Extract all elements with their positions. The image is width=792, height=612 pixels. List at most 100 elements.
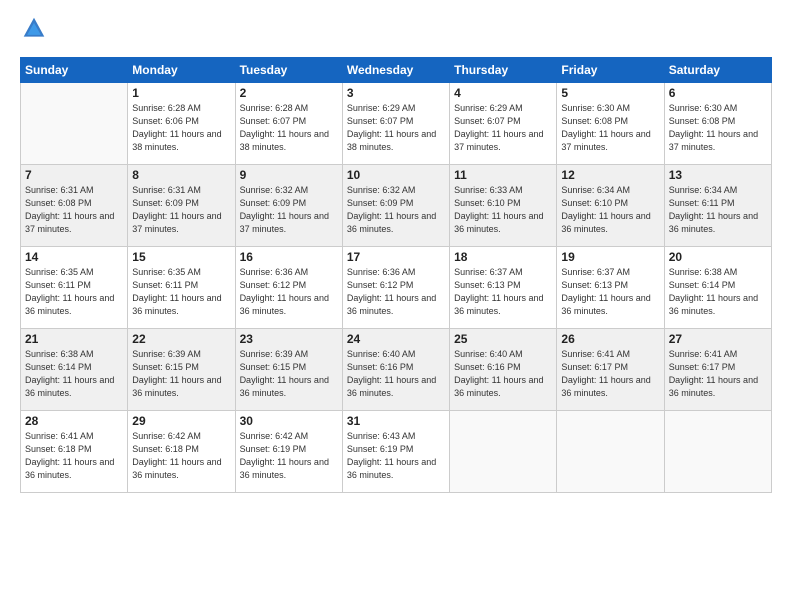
header-day: Monday [128, 58, 235, 83]
header-day: Thursday [450, 58, 557, 83]
day-number: 9 [240, 168, 338, 182]
calendar-cell: 25 Sunrise: 6:40 AMSunset: 6:16 PMDayligh… [450, 329, 557, 411]
day-info: Sunrise: 6:39 AMSunset: 6:15 PMDaylight:… [132, 348, 230, 400]
day-number: 8 [132, 168, 230, 182]
calendar-cell [450, 411, 557, 493]
day-number: 14 [25, 250, 123, 264]
day-info: Sunrise: 6:29 AMSunset: 6:07 PMDaylight:… [347, 102, 445, 154]
calendar-cell: 14 Sunrise: 6:35 AMSunset: 6:11 PMDayligh… [21, 247, 128, 329]
day-number: 6 [669, 86, 767, 100]
day-number: 13 [669, 168, 767, 182]
day-info: Sunrise: 6:32 AMSunset: 6:09 PMDaylight:… [347, 184, 445, 236]
day-number: 11 [454, 168, 552, 182]
day-info: Sunrise: 6:31 AMSunset: 6:09 PMDaylight:… [132, 184, 230, 236]
header-day: Tuesday [235, 58, 342, 83]
calendar-cell: 20 Sunrise: 6:38 AMSunset: 6:14 PMDayligh… [664, 247, 771, 329]
day-number: 3 [347, 86, 445, 100]
day-info: Sunrise: 6:40 AMSunset: 6:16 PMDaylight:… [347, 348, 445, 400]
day-info: Sunrise: 6:41 AMSunset: 6:18 PMDaylight:… [25, 430, 123, 482]
calendar-cell: 27 Sunrise: 6:41 AMSunset: 6:17 PMDayligh… [664, 329, 771, 411]
day-number: 21 [25, 332, 123, 346]
day-number: 31 [347, 414, 445, 428]
day-info: Sunrise: 6:40 AMSunset: 6:16 PMDaylight:… [454, 348, 552, 400]
calendar-week-row: 14 Sunrise: 6:35 AMSunset: 6:11 PMDayligh… [21, 247, 772, 329]
day-info: Sunrise: 6:35 AMSunset: 6:11 PMDaylight:… [25, 266, 123, 318]
calendar-cell: 5Sunrise: 6:30 AMSunset: 6:08 PMDaylight… [557, 83, 664, 165]
day-info: Sunrise: 6:41 AMSunset: 6:17 PMDaylight:… [669, 348, 767, 400]
day-info: Sunrise: 6:36 AMSunset: 6:12 PMDaylight:… [347, 266, 445, 318]
day-number: 4 [454, 86, 552, 100]
day-info: Sunrise: 6:36 AMSunset: 6:12 PMDaylight:… [240, 266, 338, 318]
calendar-cell: 26 Sunrise: 6:41 AMSunset: 6:17 PMDayligh… [557, 329, 664, 411]
calendar-cell: 13 Sunrise: 6:34 AMSunset: 6:11 PMDayligh… [664, 165, 771, 247]
day-number: 19 [561, 250, 659, 264]
day-number: 2 [240, 86, 338, 100]
day-number: 1 [132, 86, 230, 100]
calendar-cell: 24 Sunrise: 6:40 AMSunset: 6:16 PMDayligh… [342, 329, 449, 411]
calendar-cell: 22 Sunrise: 6:39 AMSunset: 6:15 PMDayligh… [128, 329, 235, 411]
calendar-cell: 28 Sunrise: 6:41 AMSunset: 6:18 PMDayligh… [21, 411, 128, 493]
calendar-cell: 9Sunrise: 6:32 AMSunset: 6:09 PMDaylight… [235, 165, 342, 247]
day-info: Sunrise: 6:39 AMSunset: 6:15 PMDaylight:… [240, 348, 338, 400]
calendar-cell: 15 Sunrise: 6:35 AMSunset: 6:11 PMDayligh… [128, 247, 235, 329]
day-info: Sunrise: 6:28 AMSunset: 6:06 PMDaylight:… [132, 102, 230, 154]
day-number: 30 [240, 414, 338, 428]
calendar-week-row: 7 Sunrise: 6:31 AMSunset: 6:08 PMDaylight… [21, 165, 772, 247]
calendar-cell [664, 411, 771, 493]
calendar-cell [557, 411, 664, 493]
header-day: Sunday [21, 58, 128, 83]
calendar-cell: 18 Sunrise: 6:37 AMSunset: 6:13 PMDayligh… [450, 247, 557, 329]
calendar-cell: 11Sunrise: 6:33 AMSunset: 6:10 PMDayligh… [450, 165, 557, 247]
day-number: 23 [240, 332, 338, 346]
calendar-cell: 12Sunrise: 6:34 AMSunset: 6:10 PMDayligh… [557, 165, 664, 247]
day-info: Sunrise: 6:42 AMSunset: 6:18 PMDaylight:… [132, 430, 230, 482]
day-info: Sunrise: 6:37 AMSunset: 6:13 PMDaylight:… [561, 266, 659, 318]
day-number: 26 [561, 332, 659, 346]
logo [20, 18, 46, 47]
day-number: 17 [347, 250, 445, 264]
calendar-cell: 10 Sunrise: 6:32 AMSunset: 6:09 PMDayligh… [342, 165, 449, 247]
day-info: Sunrise: 6:43 AMSunset: 6:19 PMDaylight:… [347, 430, 445, 482]
calendar-cell [21, 83, 128, 165]
calendar-cell: 2 Sunrise: 6:28 AMSunset: 6:07 PMDaylight… [235, 83, 342, 165]
calendar-cell: 30 Sunrise: 6:42 AMSunset: 6:19 PMDayligh… [235, 411, 342, 493]
day-number: 15 [132, 250, 230, 264]
day-number: 28 [25, 414, 123, 428]
day-info: Sunrise: 6:28 AMSunset: 6:07 PMDaylight:… [240, 102, 338, 154]
calendar-cell: 4 Sunrise: 6:29 AMSunset: 6:07 PMDaylight… [450, 83, 557, 165]
day-info: Sunrise: 6:38 AMSunset: 6:14 PMDaylight:… [669, 266, 767, 318]
calendar-cell: 31 Sunrise: 6:43 AMSunset: 6:19 PMDayligh… [342, 411, 449, 493]
day-info: Sunrise: 6:38 AMSunset: 6:14 PMDaylight:… [25, 348, 123, 400]
calendar-cell: 29Sunrise: 6:42 AMSunset: 6:18 PMDayligh… [128, 411, 235, 493]
calendar-cell: 16Sunrise: 6:36 AMSunset: 6:12 PMDayligh… [235, 247, 342, 329]
calendar-cell: 23 Sunrise: 6:39 AMSunset: 6:15 PMDayligh… [235, 329, 342, 411]
day-number: 24 [347, 332, 445, 346]
calendar-cell: 21 Sunrise: 6:38 AMSunset: 6:14 PMDayligh… [21, 329, 128, 411]
calendar-week-row: 1 Sunrise: 6:28 AMSunset: 6:06 PMDaylight… [21, 83, 772, 165]
header-day: Saturday [664, 58, 771, 83]
day-number: 22 [132, 332, 230, 346]
day-info: Sunrise: 6:42 AMSunset: 6:19 PMDaylight:… [240, 430, 338, 482]
day-info: Sunrise: 6:35 AMSunset: 6:11 PMDaylight:… [132, 266, 230, 318]
day-info: Sunrise: 6:29 AMSunset: 6:07 PMDaylight:… [454, 102, 552, 154]
day-number: 10 [347, 168, 445, 182]
day-info: Sunrise: 6:34 AMSunset: 6:11 PMDaylight:… [669, 184, 767, 236]
day-number: 18 [454, 250, 552, 264]
day-number: 12 [561, 168, 659, 182]
calendar-cell: 6Sunrise: 6:30 AMSunset: 6:08 PMDaylight… [664, 83, 771, 165]
header-row: SundayMondayTuesdayWednesdayThursdayFrid… [21, 58, 772, 83]
header-day: Friday [557, 58, 664, 83]
calendar-week-row: 21 Sunrise: 6:38 AMSunset: 6:14 PMDayligh… [21, 329, 772, 411]
header-day: Wednesday [342, 58, 449, 83]
calendar: SundayMondayTuesdayWednesdayThursdayFrid… [20, 57, 772, 493]
day-number: 27 [669, 332, 767, 346]
day-info: Sunrise: 6:31 AMSunset: 6:08 PMDaylight:… [25, 184, 123, 236]
calendar-week-row: 28 Sunrise: 6:41 AMSunset: 6:18 PMDayligh… [21, 411, 772, 493]
day-info: Sunrise: 6:37 AMSunset: 6:13 PMDaylight:… [454, 266, 552, 318]
day-number: 7 [25, 168, 123, 182]
day-info: Sunrise: 6:41 AMSunset: 6:17 PMDaylight:… [561, 348, 659, 400]
calendar-cell: 17 Sunrise: 6:36 AMSunset: 6:12 PMDayligh… [342, 247, 449, 329]
calendar-cell: 3 Sunrise: 6:29 AMSunset: 6:07 PMDaylight… [342, 83, 449, 165]
day-number: 25 [454, 332, 552, 346]
day-number: 20 [669, 250, 767, 264]
